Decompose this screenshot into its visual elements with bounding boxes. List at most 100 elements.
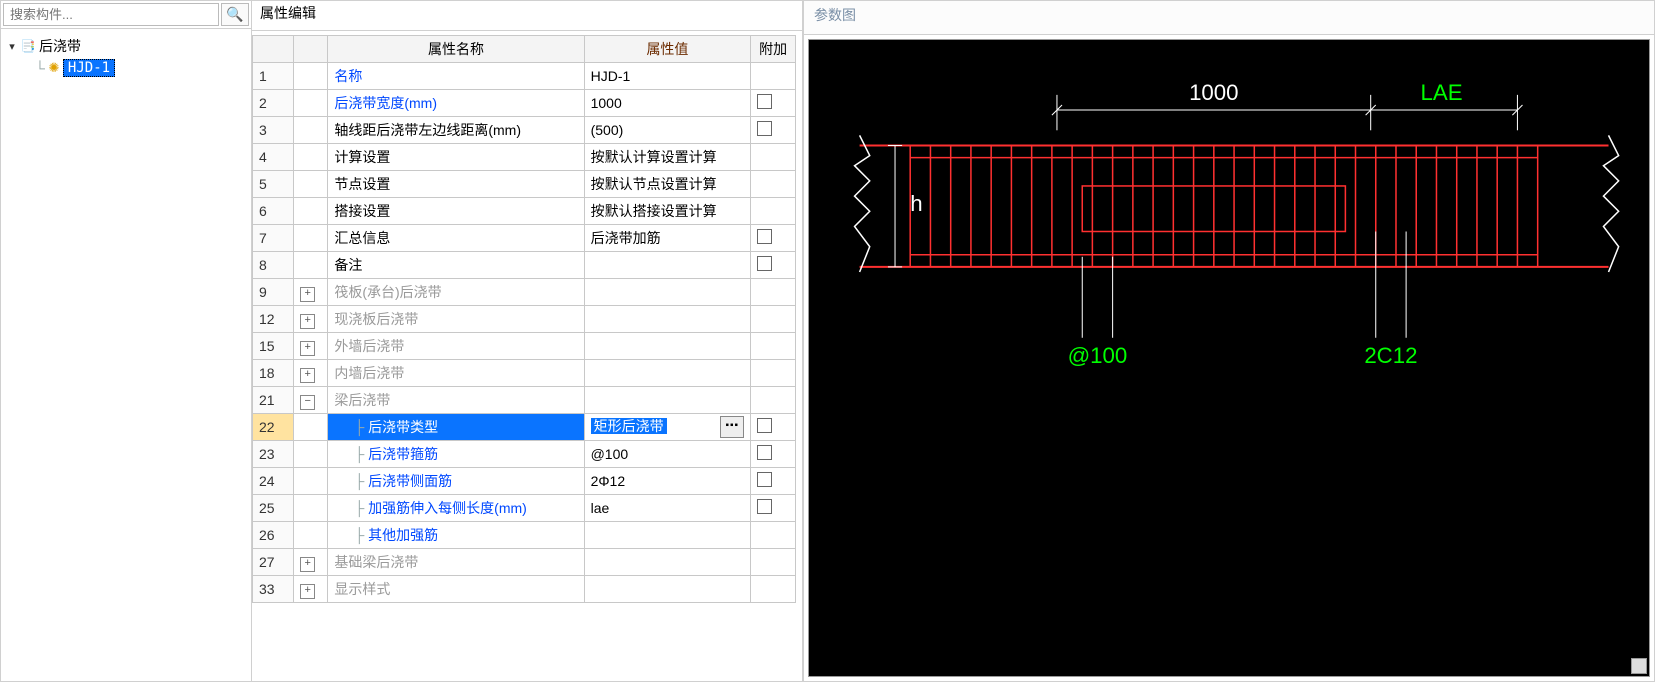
property-row[interactable]: 8 备注	[253, 252, 796, 279]
property-value[interactable]: HJD-1	[584, 63, 751, 90]
property-name: 轴线距后浇带左边线距离(mm)	[328, 117, 584, 144]
group-expander[interactable]: −	[294, 387, 328, 414]
row-number: 18	[253, 360, 294, 387]
checkbox-icon[interactable]	[757, 499, 772, 514]
property-value[interactable]: 按默认计算设置计算	[584, 144, 751, 171]
extra-checkbox-cell	[751, 522, 796, 549]
property-row[interactable]: 3 轴线距后浇带左边线距离(mm) (500)	[253, 117, 796, 144]
property-value	[584, 306, 751, 333]
plus-icon[interactable]: +	[300, 584, 315, 599]
search-input[interactable]	[3, 3, 219, 26]
row-number: 12	[253, 306, 294, 333]
extra-cell	[751, 360, 796, 387]
property-value[interactable]: @100	[584, 441, 751, 468]
property-value[interactable]: lae	[584, 495, 751, 522]
property-value[interactable]: 按默认搭接设置计算	[584, 198, 751, 225]
gear-icon: ✺	[45, 60, 63, 76]
checkbox-icon[interactable]	[757, 94, 772, 109]
property-group-row[interactable]: 15 + 外墙后浇带	[253, 333, 796, 360]
row-number: 5	[253, 171, 294, 198]
row-number: 8	[253, 252, 294, 279]
property-value[interactable]	[584, 522, 751, 549]
property-group-row[interactable]: 33 + 显示样式	[253, 576, 796, 603]
extra-cell	[751, 333, 796, 360]
group-name: 梁后浇带	[328, 387, 584, 414]
tree-child-row[interactable]: └ ✺ HJD-1	[35, 57, 247, 79]
property-value[interactable]	[584, 252, 751, 279]
property-subrow[interactable]: 24 ├ 后浇带侧面筋 2Φ12	[253, 468, 796, 495]
extra-cell	[751, 387, 796, 414]
extra-checkbox-cell[interactable]	[751, 495, 796, 522]
checkbox-icon[interactable]	[757, 121, 772, 136]
diagram-canvas[interactable]: 1000 LAE	[808, 39, 1650, 677]
expander-empty	[294, 198, 328, 225]
search-button[interactable]: 🔍	[221, 3, 249, 26]
tree-root-row[interactable]: ▾ 📑 后浇带	[5, 35, 247, 57]
value-edit-selection[interactable]: 矩形后浇带	[591, 418, 667, 434]
property-value[interactable]: 按默认节点设置计算	[584, 171, 751, 198]
property-name: 汇总信息	[328, 225, 584, 252]
group-name: 显示样式	[328, 576, 584, 603]
property-group-row[interactable]: 18 + 内墙后浇带	[253, 360, 796, 387]
property-row[interactable]: 6 搭接设置 按默认搭接设置计算	[253, 198, 796, 225]
property-value[interactable]: 后浇带加筋	[584, 225, 751, 252]
group-name: 筏板(承台)后浇带	[328, 279, 584, 306]
expand-arrow-icon[interactable]: ▾	[5, 40, 19, 53]
property-subrow[interactable]: 23 ├ 后浇带箍筋 @100	[253, 441, 796, 468]
property-row[interactable]: 5 节点设置 按默认节点设置计算	[253, 171, 796, 198]
expander-empty	[294, 414, 328, 441]
property-subrow[interactable]: 26 ├ 其他加强筋	[253, 522, 796, 549]
plus-icon[interactable]: +	[300, 368, 315, 383]
property-group-row[interactable]: 27 + 基础梁后浇带	[253, 549, 796, 576]
plus-icon[interactable]: +	[300, 341, 315, 356]
group-expander[interactable]: +	[294, 333, 328, 360]
property-group-row-open[interactable]: 21 − 梁后浇带	[253, 387, 796, 414]
plus-icon[interactable]: +	[300, 314, 315, 329]
expander-empty	[294, 63, 328, 90]
checkbox-icon[interactable]	[757, 472, 772, 487]
property-group-row[interactable]: 12 + 现浇板后浇带	[253, 306, 796, 333]
property-value[interactable]: 1000	[584, 90, 751, 117]
property-subrow[interactable]: 22 ├ 后浇带类型 矩形后浇带▪▪▪	[253, 414, 796, 441]
extra-checkbox-cell[interactable]	[751, 252, 796, 279]
group-expander[interactable]: +	[294, 279, 328, 306]
checkbox-icon[interactable]	[757, 418, 772, 433]
property-value	[584, 549, 751, 576]
plus-icon[interactable]: +	[300, 557, 315, 572]
ellipsis-button[interactable]: ▪▪▪	[720, 416, 744, 438]
property-value[interactable]: 2Φ12	[584, 468, 751, 495]
extra-checkbox-cell[interactable]	[751, 468, 796, 495]
row-number: 24	[253, 468, 294, 495]
property-group-row[interactable]: 9 + 筏板(承台)后浇带	[253, 279, 796, 306]
property-row[interactable]: 2 后浇带宽度(mm) 1000	[253, 90, 796, 117]
property-grid-scroll[interactable]: 属性名称 属性值 附加 1 名称 HJD-1 2 后浇带宽度(mm) 1000 …	[252, 31, 802, 681]
group-expander[interactable]: +	[294, 549, 328, 576]
extra-checkbox-cell[interactable]	[751, 441, 796, 468]
expander-empty	[294, 495, 328, 522]
plus-icon[interactable]: +	[300, 287, 315, 302]
checkbox-icon[interactable]	[757, 229, 772, 244]
extra-checkbox-cell[interactable]	[751, 90, 796, 117]
property-value[interactable]: (500)	[584, 117, 751, 144]
extra-checkbox-cell[interactable]	[751, 225, 796, 252]
extra-checkbox-cell[interactable]	[751, 117, 796, 144]
property-row[interactable]: 1 名称 HJD-1	[253, 63, 796, 90]
property-editor-title: 属性编辑	[252, 1, 802, 31]
property-grid: 属性名称 属性值 附加 1 名称 HJD-1 2 后浇带宽度(mm) 1000 …	[252, 35, 796, 603]
expander-empty	[294, 522, 328, 549]
checkbox-icon[interactable]	[757, 256, 772, 271]
expander-empty	[294, 225, 328, 252]
group-expander[interactable]: +	[294, 576, 328, 603]
resize-grip-icon[interactable]	[1631, 658, 1647, 674]
extra-checkbox-cell[interactable]	[751, 414, 796, 441]
checkbox-icon[interactable]	[757, 445, 772, 460]
property-row[interactable]: 7 汇总信息 后浇带加筋	[253, 225, 796, 252]
minus-icon[interactable]: −	[300, 395, 315, 410]
property-row[interactable]: 4 计算设置 按默认计算设置计算	[253, 144, 796, 171]
diagram-spacing-label: @100	[1068, 343, 1128, 368]
property-value[interactable]: 矩形后浇带 ▪▪▪	[584, 414, 751, 441]
property-subrow[interactable]: 25 ├ 加强筋伸入每侧长度(mm) lae	[253, 495, 796, 522]
row-number: 33	[253, 576, 294, 603]
group-expander[interactable]: +	[294, 306, 328, 333]
group-expander[interactable]: +	[294, 360, 328, 387]
